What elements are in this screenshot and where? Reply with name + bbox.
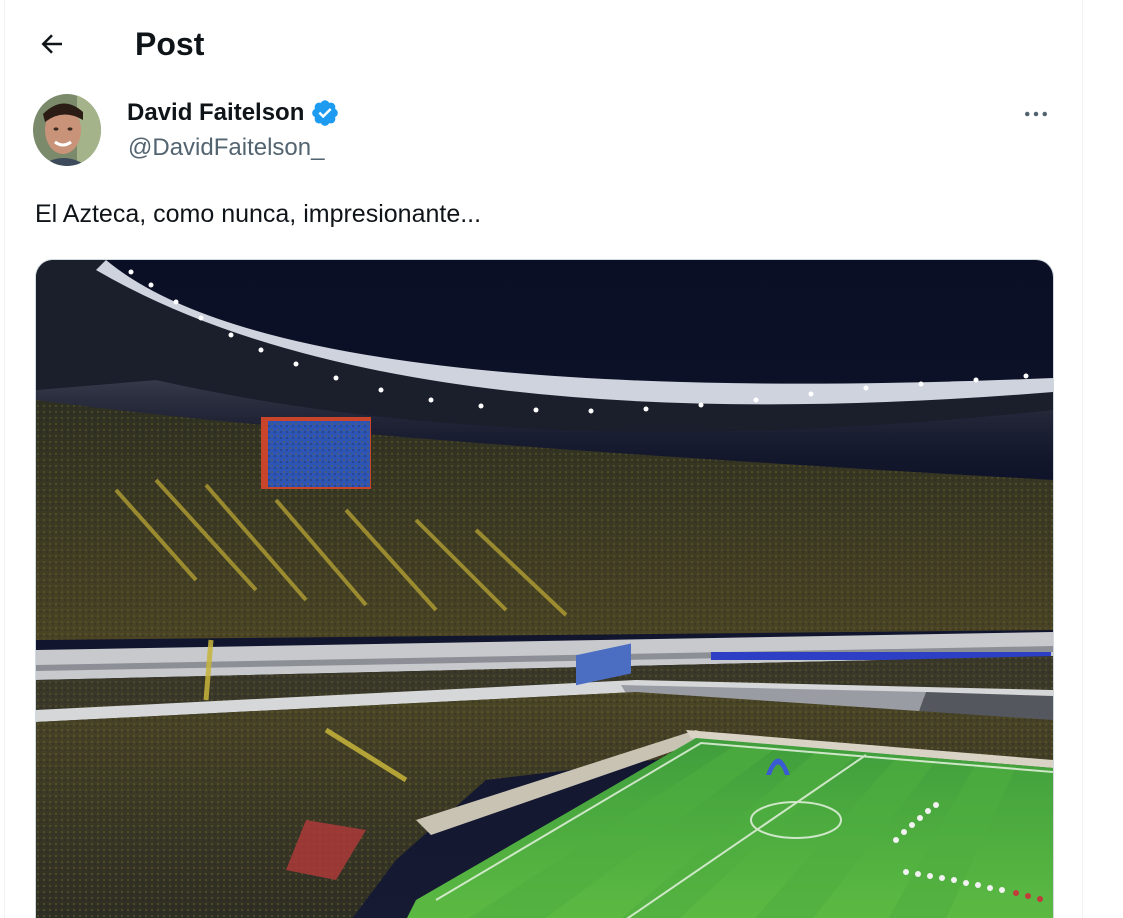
column-divider-left [4, 0, 5, 918]
more-horizontal-icon [1021, 99, 1051, 129]
right-gutter [1083, 0, 1123, 918]
more-options-button[interactable] [1012, 96, 1060, 132]
back-button[interactable] [30, 24, 74, 64]
arrow-left-icon [37, 29, 67, 59]
page-title: Post [135, 26, 205, 62]
verified-badge-icon[interactable] [310, 98, 340, 128]
avatar[interactable] [33, 94, 101, 166]
author-handle[interactable]: @DavidFaitelson_ [128, 132, 324, 164]
post-photo[interactable] [35, 259, 1054, 918]
post-text: El Azteca, como nunca, impresionante... [35, 200, 482, 228]
author-name[interactable]: David Faitelson [127, 96, 304, 130]
post-page: Post David Faitelson @DavidFaitelson_ El… [0, 0, 1123, 918]
author-name-row[interactable]: David Faitelson [127, 96, 340, 130]
